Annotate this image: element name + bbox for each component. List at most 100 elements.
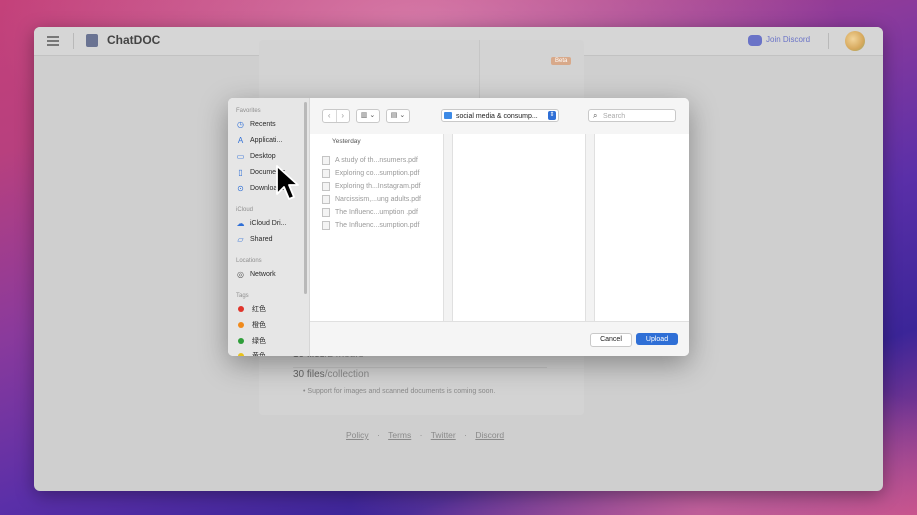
shared-folder-icon: ▱ bbox=[237, 234, 244, 244]
sidebar-tag-green[interactable]: 绿色 bbox=[236, 335, 266, 347]
sidebar-item-network[interactable]: ◎ Network bbox=[236, 268, 276, 280]
sidebar-item-recents[interactable]: ◷ Recents bbox=[236, 118, 276, 130]
group-icon: ▤ bbox=[390, 112, 398, 119]
footer-link-terms[interactable]: Terms bbox=[388, 430, 411, 440]
file-name: Exploring co...sumption.pdf bbox=[335, 169, 420, 177]
avatar[interactable] bbox=[845, 31, 865, 51]
header-divider bbox=[828, 33, 829, 49]
card-separator bbox=[293, 367, 547, 368]
tags-heading: Tags bbox=[236, 293, 249, 299]
file-item[interactable]: Exploring th...Instagram.pdf bbox=[322, 180, 421, 192]
sidebar-item-desktop[interactable]: ▭ Desktop bbox=[236, 150, 276, 162]
sidebar-item-icloud-drive[interactable]: ☁ iCloud Dri... bbox=[236, 217, 287, 229]
upload-button[interactable]: Upload bbox=[636, 333, 678, 345]
menu-icon[interactable] bbox=[46, 34, 60, 48]
header-divider bbox=[73, 33, 74, 49]
pdf-file-icon bbox=[322, 155, 330, 165]
pdf-file-icon bbox=[322, 181, 330, 191]
footer-link-twitter[interactable]: Twitter bbox=[431, 430, 456, 440]
file-item[interactable]: Exploring co...sumption.pdf bbox=[322, 167, 419, 179]
stat-value: 30 files bbox=[293, 369, 325, 380]
cancel-button[interactable]: Cancel bbox=[590, 333, 632, 347]
folder-icon bbox=[444, 112, 452, 119]
mouse-cursor-icon bbox=[276, 165, 299, 200]
pdf-file-icon bbox=[322, 207, 330, 217]
download-icon: ⊙ bbox=[237, 183, 244, 193]
file-item[interactable]: A study of th...nsumers.pdf bbox=[322, 154, 418, 166]
columns-view-icon: ▥ bbox=[360, 112, 368, 119]
file-item[interactable]: The Influenc...sumption.pdf bbox=[322, 219, 419, 231]
sidebar-item-label: iCloud Dri... bbox=[250, 219, 287, 227]
pdf-file-icon bbox=[322, 220, 330, 230]
join-discord-link[interactable]: Join Discord bbox=[766, 35, 810, 44]
file-browser-column bbox=[595, 134, 689, 321]
beta-badge: Beta bbox=[551, 57, 572, 65]
chevron-updown-icon[interactable]: ⇕ bbox=[548, 111, 556, 120]
tag-label: 红色 bbox=[252, 306, 266, 313]
column-resize-handle[interactable] bbox=[586, 134, 595, 321]
forward-button[interactable]: › bbox=[335, 110, 350, 122]
dialog-sidebar: Favorites ◷ Recents A Applicati... ▭ Deskto… bbox=[228, 98, 310, 356]
chatdoc-logo-icon bbox=[86, 34, 98, 47]
sidebar-item-label: Desktop bbox=[250, 152, 276, 160]
cloud-icon: ☁ bbox=[236, 218, 245, 228]
sidebar-tag-orange[interactable]: 橙色 bbox=[236, 319, 266, 331]
clock-icon: ◷ bbox=[237, 119, 244, 129]
sidebar-scrollbar[interactable] bbox=[304, 102, 307, 294]
tag-dot-icon bbox=[238, 306, 244, 312]
file-open-dialog: Favorites ◷ Recents A Applicati... ▭ Deskto… bbox=[228, 98, 689, 356]
view-mode-button[interactable]: ▥ ⌄ bbox=[356, 109, 380, 123]
favorites-heading: Favorites bbox=[236, 108, 261, 114]
file-name: The Influenc...sumption.pdf bbox=[335, 221, 420, 229]
footer-link-policy[interactable]: Policy bbox=[346, 430, 369, 440]
file-browser-column bbox=[453, 134, 586, 321]
footer-links: Policy · Terms · Twitter · Discord bbox=[346, 430, 504, 440]
locations-heading: Locations bbox=[236, 258, 262, 264]
file-browser-column: Yesterday A study of th...nsumers.pdf Ex… bbox=[310, 134, 444, 321]
location-dropdown[interactable]: social media & consump... bbox=[441, 109, 559, 122]
section-header: Yesterday bbox=[332, 138, 361, 145]
sidebar-item-label: Recents bbox=[250, 120, 276, 128]
tag-dot-icon bbox=[238, 338, 244, 344]
tag-label: 黄色 bbox=[252, 351, 266, 356]
nav-buttons: ‹ › bbox=[322, 109, 350, 123]
icloud-heading: iCloud bbox=[236, 207, 254, 213]
pdf-file-icon bbox=[322, 194, 330, 204]
dialog-footer: Cancel Upload bbox=[310, 321, 689, 356]
file-item[interactable]: The Influenc...umption .pdf bbox=[322, 206, 418, 218]
apps-icon: A bbox=[237, 135, 244, 145]
group-by-button[interactable]: ▤ ⌄ bbox=[386, 109, 410, 123]
search-input[interactable]: Search bbox=[588, 109, 676, 122]
sidebar-item-label: Applicati... bbox=[250, 136, 283, 144]
discord-icon[interactable] bbox=[748, 35, 762, 46]
sidebar-item-shared[interactable]: ▱ Shared bbox=[236, 233, 273, 245]
document-icon: ▯ bbox=[238, 167, 243, 177]
tag-label: 绿色 bbox=[252, 338, 266, 345]
file-name: Exploring th...Instagram.pdf bbox=[335, 182, 421, 190]
back-button[interactable]: ‹ bbox=[323, 110, 336, 122]
column-resize-handle[interactable] bbox=[444, 134, 453, 321]
sidebar-tag-red[interactable]: 红色 bbox=[236, 303, 266, 315]
sidebar-item-label: Shared bbox=[250, 235, 273, 243]
app-title: ChatDOC bbox=[107, 33, 161, 47]
footer-separator: · bbox=[464, 430, 467, 440]
stat-suffix: /collection bbox=[324, 369, 370, 380]
stat-files-collection: 30 files/collection bbox=[293, 369, 369, 380]
footer-separator: · bbox=[377, 430, 380, 440]
file-name: Narcissism,...ung adults.pdf bbox=[335, 195, 421, 203]
sidebar-item-applications[interactable]: A Applicati... bbox=[236, 134, 282, 146]
tag-label: 橙色 bbox=[252, 322, 266, 329]
sidebar-tag-yellow[interactable]: 黄色 bbox=[236, 350, 266, 356]
footer-link-discord[interactable]: Discord bbox=[475, 430, 504, 440]
network-icon: ◎ bbox=[237, 269, 244, 279]
footer-separator: · bbox=[419, 430, 423, 440]
file-name: A study of th...nsumers.pdf bbox=[335, 156, 418, 164]
tag-dot-icon bbox=[238, 322, 244, 328]
sidebar-item-label: Network bbox=[250, 270, 276, 278]
card-divider bbox=[479, 40, 480, 100]
file-item[interactable]: Narcissism,...ung adults.pdf bbox=[322, 193, 421, 205]
desktop-icon: ▭ bbox=[236, 151, 245, 161]
search-icon: ⌕ bbox=[593, 111, 598, 120]
support-note: • Support for images and scanned documen… bbox=[303, 388, 496, 395]
tag-dot-icon bbox=[238, 353, 244, 356]
